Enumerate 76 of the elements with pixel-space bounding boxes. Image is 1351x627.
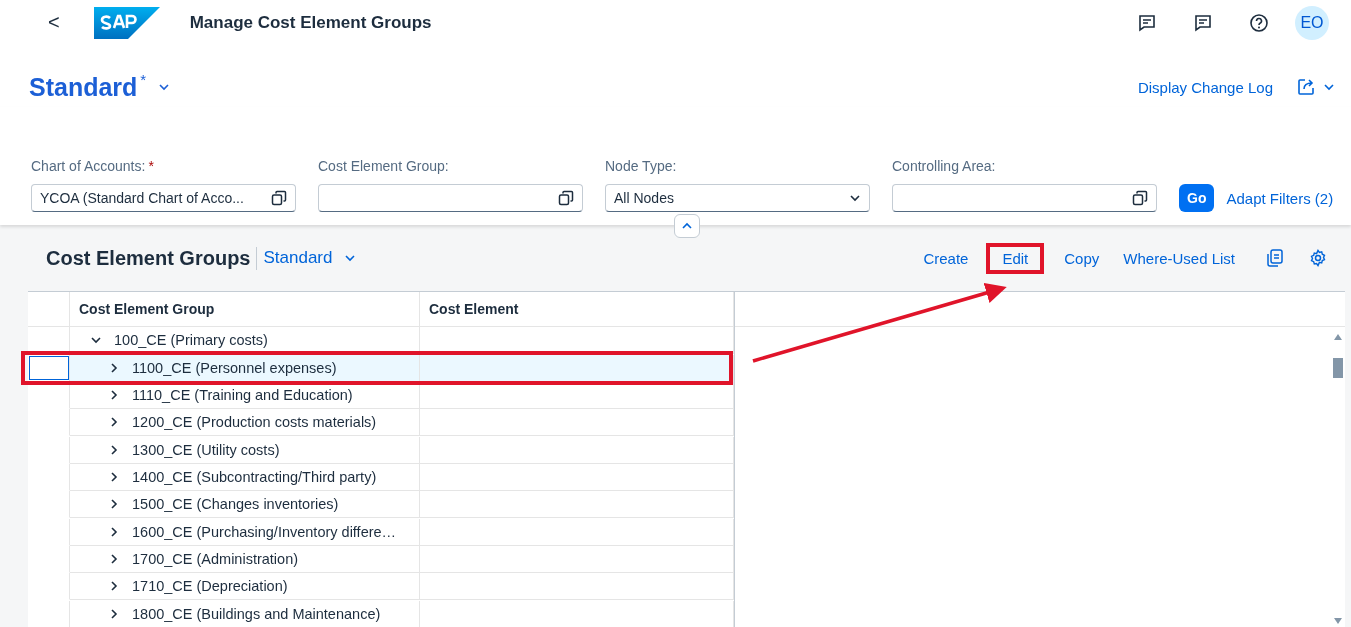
modified-indicator: * (140, 70, 147, 88)
tree-row-cell[interactable]: 1300_CE (Utility costs) (70, 436, 420, 464)
expand-icon[interactable] (108, 552, 120, 565)
tree-node-label[interactable]: 1710_CE (Depreciation) (132, 578, 288, 595)
column-header[interactable]: Cost Element (420, 292, 734, 327)
tree-row-cell[interactable]: 1200_CE (Production costs materials) (70, 409, 420, 437)
filter-label: Cost Element Group: (318, 158, 449, 174)
settings-icon[interactable] (1309, 249, 1327, 267)
toolbar-action[interactable]: Create (917, 245, 975, 271)
chat-icon[interactable] (1193, 12, 1213, 33)
row-selector[interactable] (29, 355, 69, 380)
tree-row-cell[interactable]: 1500_CE (Changes inventories) (70, 491, 420, 519)
collapse-header-button[interactable] (674, 214, 700, 238)
tree-row-cell[interactable]: 100_CE (Primary costs) (70, 327, 420, 355)
go-button[interactable]: Go (1179, 184, 1215, 212)
select-field[interactable]: All Nodes (605, 184, 870, 212)
tree-row-cell[interactable]: 1110_CE (Training and Education) (70, 382, 420, 409)
table-variant[interactable]: Standard (263, 248, 333, 268)
expand-icon[interactable] (108, 525, 120, 538)
value-help-icon[interactable] (558, 190, 574, 206)
tree-node-label[interactable]: 1600_CE (Purchasing/Inventory differe… (132, 523, 397, 540)
tree-node-label[interactable]: 1400_CE (Subcontracting/Third party) (132, 468, 377, 485)
filter-label: Controlling Area: (892, 158, 996, 174)
scroll-up-icon[interactable] (1334, 334, 1342, 340)
expand-icon[interactable] (108, 498, 120, 511)
expand-icon[interactable] (108, 470, 120, 483)
expand-icon[interactable] (108, 443, 120, 456)
share-icon[interactable] (1297, 78, 1315, 96)
adapt-filters-link[interactable]: Adapt Filters (2) (1226, 184, 1334, 212)
copy-icon[interactable] (1267, 249, 1283, 267)
scrollbar-thumb[interactable] (1333, 358, 1343, 378)
variant-title[interactable]: Standard (29, 72, 138, 102)
share-dropdown-icon[interactable] (1323, 81, 1335, 93)
tree-node-label[interactable]: 1110_CE (Training and Education) (132, 387, 353, 403)
tree-node-label[interactable]: 1100_CE (Personnel expenses) (132, 359, 337, 376)
tree-row-cell[interactable]: 1800_CE (Buildings and Maintenance) (70, 600, 420, 627)
input-field[interactable] (892, 184, 1157, 212)
toolbar-action[interactable]: Edit (986, 242, 1045, 274)
tree-node-label[interactable]: 1300_CE (Utility costs) (132, 441, 280, 458)
tree-row-cell[interactable]: 1600_CE (Purchasing/Inventory differe… (70, 518, 420, 546)
tree-node-label[interactable]: 1200_CE (Production costs materials) (132, 414, 377, 431)
tree-node-label[interactable]: 1800_CE (Buildings and Maintenance) (132, 605, 381, 622)
app-title: Manage Cost Element Groups (189, 12, 433, 33)
filter-label: Chart of Accounts: (31, 158, 146, 174)
tree-node-label[interactable]: 100_CE (Primary costs) (114, 332, 268, 349)
tree-node-label[interactable]: 1500_CE (Changes inventories) (132, 496, 339, 513)
tree-row-cell[interactable]: 1710_CE (Depreciation) (70, 573, 420, 601)
toolbar-action[interactable]: Copy (1058, 245, 1106, 271)
variant-dropdown-icon[interactable] (158, 81, 171, 93)
column-header[interactable]: Cost Element Group (70, 292, 420, 327)
chat-icon[interactable] (1137, 12, 1157, 33)
logo-icon (93, 6, 160, 39)
tree-row-cell[interactable]: 1100_CE (Personnel expenses) (70, 354, 420, 382)
value-help-icon[interactable] (1132, 190, 1148, 206)
tree-row-cell[interactable]: 1700_CE (Administration) (70, 545, 420, 573)
filter-label: Node Type: (605, 158, 677, 174)
expand-icon[interactable] (108, 361, 120, 374)
help-icon[interactable] (1249, 12, 1269, 33)
back-button[interactable]: < (44, 11, 64, 34)
toolbar-action[interactable]: Where-Used List (1117, 245, 1241, 271)
table-title: Cost Element Groups (46, 246, 258, 270)
dropdown-icon[interactable] (849, 192, 861, 204)
input-field[interactable] (318, 184, 583, 212)
required-mark: * (148, 158, 154, 174)
expand-icon[interactable] (108, 607, 120, 620)
user-avatar[interactable]: EO (1295, 5, 1329, 40)
scroll-down-icon[interactable] (1334, 618, 1342, 624)
input-field[interactable]: YCOA (Standard Chart of Acco... (31, 184, 296, 212)
expand-icon[interactable] (108, 416, 120, 429)
expand-icon[interactable] (108, 580, 120, 593)
tree-node-label[interactable]: 1700_CE (Administration) (132, 550, 299, 567)
variant-dropdown-icon[interactable] (344, 252, 357, 264)
value-help-icon[interactable] (271, 190, 287, 206)
change-log-link[interactable]: Display Change Log (1137, 78, 1273, 96)
expand-icon[interactable] (108, 389, 120, 401)
tree-row-cell[interactable]: 1400_CE (Subcontracting/Third party) (70, 463, 420, 491)
